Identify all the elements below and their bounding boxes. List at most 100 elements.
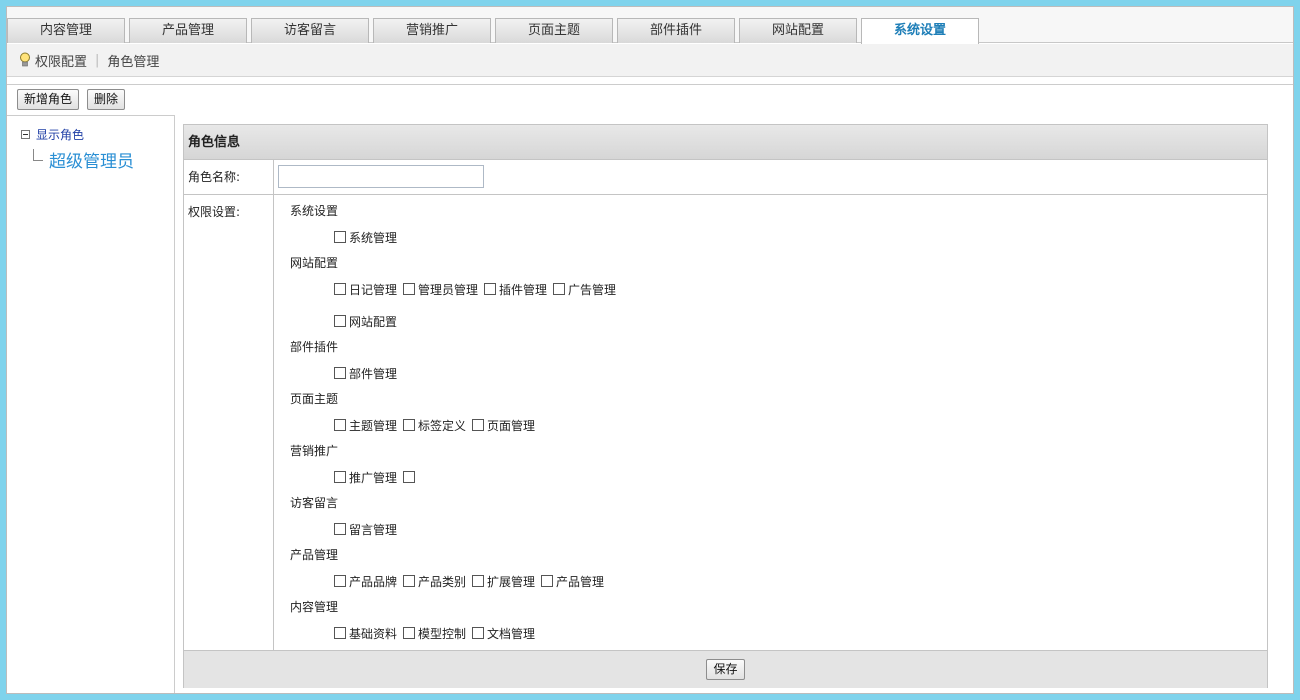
checkbox[interactable] xyxy=(334,315,346,327)
tab-6[interactable]: 网站配置 xyxy=(739,18,857,43)
permission-option-label: 模型控制 xyxy=(418,626,467,641)
permission-option[interactable]: 产品类别 xyxy=(403,565,466,597)
permission-option-label: 基础资料 xyxy=(349,626,398,641)
permission-option-label: 插件管理 xyxy=(499,282,548,297)
permission-group-title: 产品管理 xyxy=(290,548,339,562)
tree-node-super-admin[interactable]: 超级管理员 xyxy=(49,147,134,172)
permission-option[interactable] xyxy=(403,461,418,493)
checkbox[interactable] xyxy=(403,471,416,483)
role-name-input[interactable] xyxy=(278,165,484,188)
breadcrumb-item-roles[interactable]: 角色管理 xyxy=(107,51,159,70)
permission-option[interactable]: 文档管理 xyxy=(472,617,535,649)
permission-group-items: 系统管理 xyxy=(290,221,690,253)
permission-option[interactable]: 页面管理 xyxy=(472,409,535,441)
permission-option-label: 产品管理 xyxy=(556,574,605,589)
permission-group-items: 主题管理 标签定义 页面管理 xyxy=(290,409,690,441)
permission-option[interactable]: 产品品牌 xyxy=(334,565,397,597)
tree-root[interactable]: 显示角色 xyxy=(21,126,174,143)
permission-option-label: 管理员管理 xyxy=(418,282,479,297)
save-button[interactable]: 保存 xyxy=(706,659,745,680)
permission-group-items: 部件管理 xyxy=(290,357,690,389)
permission-group-title: 访客留言 xyxy=(290,496,339,510)
breadcrumb-separator: | xyxy=(95,52,100,68)
permission-option[interactable]: 广告管理 xyxy=(553,273,616,305)
tab-list: 内容管理 产品管理 访客留言 营销推广 页面主题 部件插件 网站配置 系统设置 xyxy=(7,18,979,44)
toolbar: 新增角色 删除 xyxy=(7,84,1293,114)
checkbox[interactable] xyxy=(334,419,346,431)
checkbox[interactable] xyxy=(403,419,416,431)
permission-option-label: 网站配置 xyxy=(349,314,398,329)
permission-option-label: 产品类别 xyxy=(418,574,467,589)
checkbox[interactable] xyxy=(334,575,346,587)
permission-option[interactable]: 留言管理 xyxy=(334,513,397,545)
permission-option-label: 系统管理 xyxy=(349,230,398,245)
permission-option[interactable]: 扩展管理 xyxy=(472,565,535,597)
role-name-label: 角色名称: xyxy=(184,160,274,194)
checkbox[interactable] xyxy=(334,283,346,295)
tab-3[interactable]: 营销推广 xyxy=(373,18,491,43)
checkbox[interactable] xyxy=(403,627,416,639)
permission-option[interactable]: 系统管理 xyxy=(334,221,397,253)
collapse-icon[interactable] xyxy=(21,130,30,139)
permission-option[interactable]: 插件管理 xyxy=(484,273,547,305)
tab-4[interactable]: 页面主题 xyxy=(495,18,613,43)
permission-option[interactable]: 日记管理 xyxy=(334,273,397,305)
breadcrumb-item-permissions[interactable]: 权限配置 xyxy=(35,51,87,70)
checkbox[interactable] xyxy=(541,575,554,587)
tree-connector xyxy=(33,149,43,161)
permission-option-label: 产品品牌 xyxy=(349,574,398,589)
permission-option-label: 文档管理 xyxy=(487,626,536,641)
tab-2[interactable]: 访客留言 xyxy=(251,18,369,43)
permission-option-label: 标签定义 xyxy=(418,418,467,433)
checkbox[interactable] xyxy=(334,471,346,483)
permission-group-items: 日记管理 管理员管理 插件管理 广告管理网站配置 xyxy=(290,273,690,337)
permission-option[interactable]: 推广管理 xyxy=(334,461,397,493)
permissions-row: 权限设置: 系统设置 系统管理 网站配置 日记管理 管理员管理 插件管理 广告管理 网站配置部… xyxy=(184,195,1267,651)
tab-1[interactable]: 产品管理 xyxy=(129,18,247,43)
checkbox[interactable] xyxy=(472,575,485,587)
permission-option-label: 扩展管理 xyxy=(487,574,536,589)
checkbox[interactable] xyxy=(472,627,485,639)
checkbox[interactable] xyxy=(484,283,497,295)
permission-option-label: 部件管理 xyxy=(349,366,398,381)
checkbox[interactable] xyxy=(553,283,566,295)
permission-option[interactable]: 网站配置 xyxy=(334,305,397,337)
checkbox[interactable] xyxy=(334,627,346,639)
permission-group-title: 页面主题 xyxy=(290,392,339,406)
checkbox[interactable] xyxy=(334,231,346,243)
permission-group-title: 部件插件 xyxy=(290,340,339,354)
permission-group-items: 基础资料 模型控制 文档管理 xyxy=(290,617,690,649)
permission-option-label: 留言管理 xyxy=(349,522,398,537)
checkbox[interactable] xyxy=(472,419,485,431)
permission-option[interactable]: 模型控制 xyxy=(403,617,466,649)
add-role-button[interactable]: 新增角色 xyxy=(17,89,80,110)
permission-option[interactable]: 产品管理 xyxy=(541,565,604,597)
permission-option[interactable]: 主题管理 xyxy=(334,409,397,441)
checkbox[interactable] xyxy=(403,575,416,587)
permission-option[interactable]: 部件管理 xyxy=(334,357,397,389)
permissions-area: 系统设置 系统管理网站配置 日记管理 管理员管理 插件管理 广告管理网站配置部件插件 部件管… xyxy=(274,195,1267,650)
checkbox[interactable] xyxy=(334,523,346,535)
role-tree: 显示角色 超级管理员 xyxy=(7,115,175,693)
tree-node[interactable]: 超级管理员 xyxy=(33,147,174,172)
tab-5[interactable]: 部件插件 xyxy=(617,18,735,43)
permission-option[interactable]: 基础资料 xyxy=(334,617,397,649)
tab-7[interactable]: 系统设置 xyxy=(861,18,979,44)
permission-option[interactable]: 标签定义 xyxy=(403,409,466,441)
app-frame: 内容管理 产品管理 访客留言 营销推广 页面主题 部件插件 网站配置 系统设置 权限配置 | … xyxy=(6,6,1294,694)
permission-group-items: 留言管理 xyxy=(290,513,690,545)
checkbox[interactable] xyxy=(403,283,416,295)
tab-0[interactable]: 内容管理 xyxy=(7,18,125,43)
delete-button[interactable]: 删除 xyxy=(87,89,126,110)
panel-footer: 保存 xyxy=(184,651,1267,688)
tab-bar: 内容管理 产品管理 访客留言 营销推广 页面主题 部件插件 网站配置 系统设置 xyxy=(7,7,1293,44)
permission-group-items: 产品品牌 产品类别 扩展管理 产品管理 xyxy=(290,565,690,597)
breadcrumb: 权限配置 | 角色管理 xyxy=(7,44,1293,77)
checkbox[interactable] xyxy=(334,367,346,379)
permission-option-label: 广告管理 xyxy=(568,282,617,297)
permission-option-label: 主题管理 xyxy=(349,418,398,433)
role-name-row: 角色名称: xyxy=(184,160,1267,195)
role-info-panel: 角色信息 角色名称: 权限设置: 系统设置 系统管理 网站配置 日记管理 管理员管理 插件… xyxy=(183,124,1268,688)
permission-group-title: 系统设置 xyxy=(290,204,339,218)
permission-option[interactable]: 管理员管理 xyxy=(403,273,478,305)
